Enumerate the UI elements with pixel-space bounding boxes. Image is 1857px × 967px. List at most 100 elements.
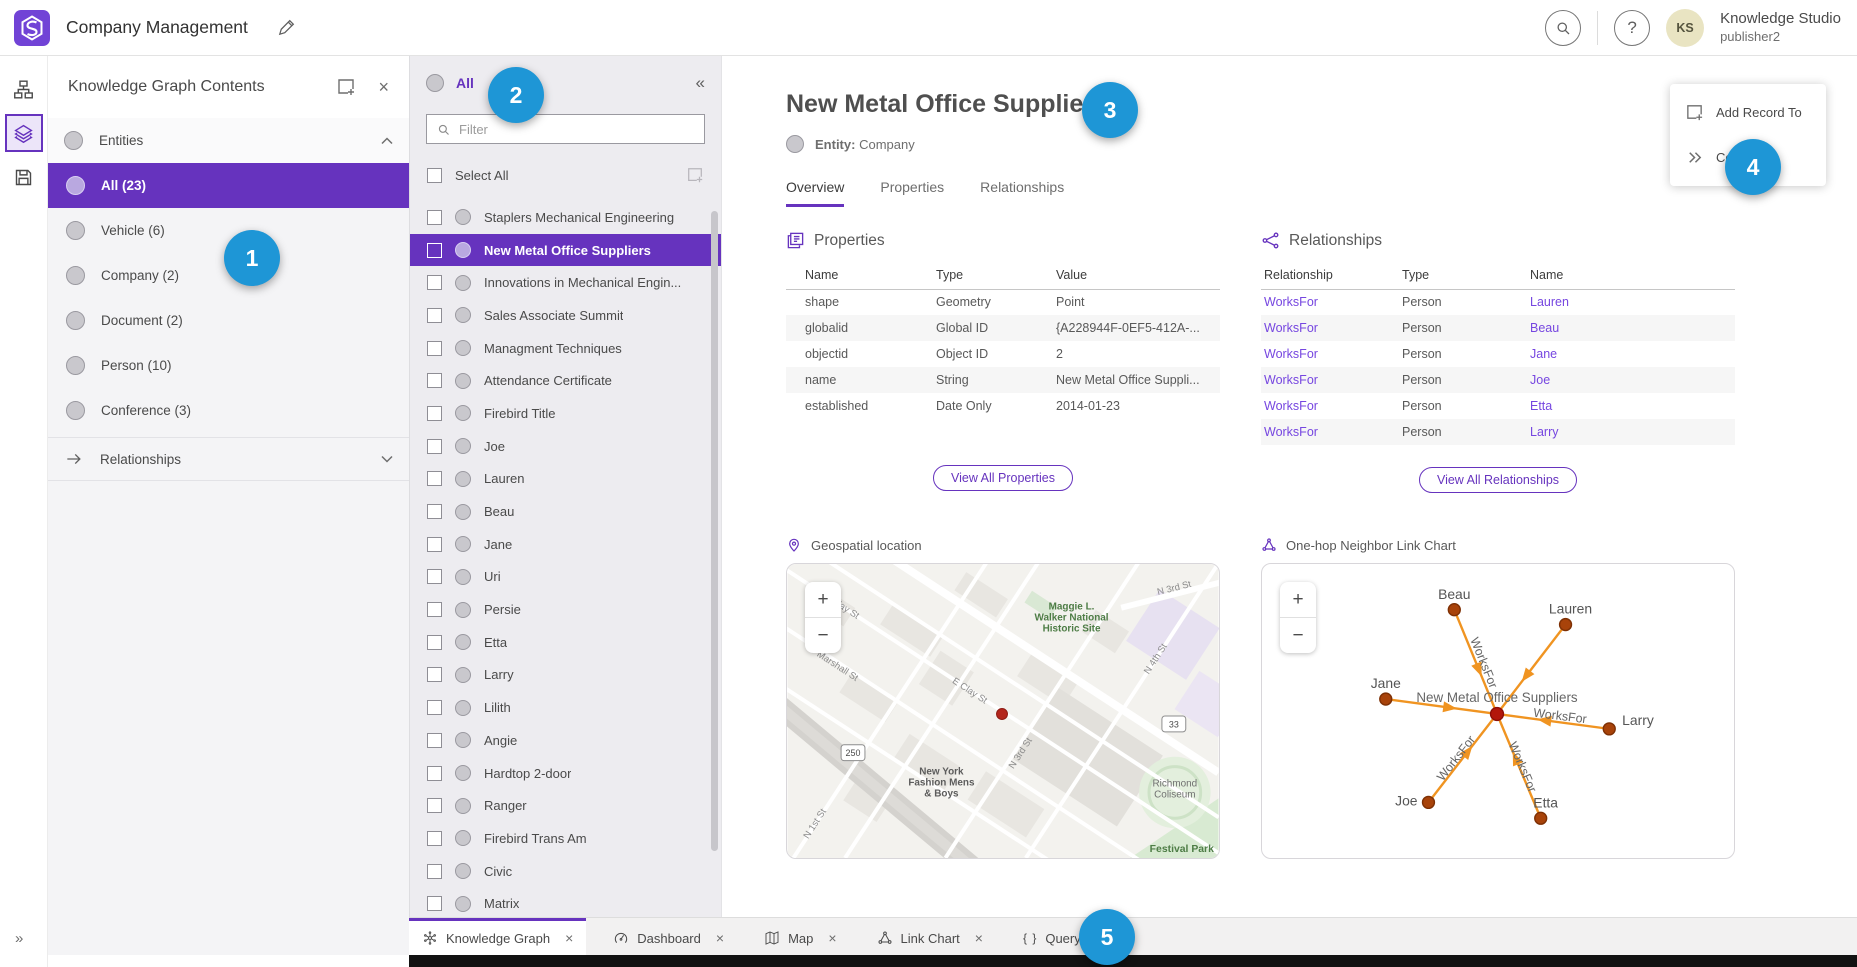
app-logo-icon[interactable]	[14, 10, 50, 46]
table-cell[interactable]: WorksFor	[1261, 393, 1402, 419]
list-item-firebird-title[interactable]: Firebird Title	[410, 397, 721, 430]
list-item-etta[interactable]: Etta	[410, 626, 721, 659]
sidebar-item-layers[interactable]	[5, 114, 43, 152]
menu-item-add-record-to[interactable]: Add Record To	[1670, 90, 1826, 135]
node-etta[interactable]	[1535, 812, 1547, 824]
tab-relationships[interactable]: Relationships	[980, 179, 1064, 207]
sidebar-item-hierarchy[interactable]	[5, 70, 43, 108]
item-checkbox[interactable]	[427, 210, 442, 225]
list-item-innovations-in-mechanical-engin[interactable]: Innovations in Mechanical Engin...	[410, 266, 721, 299]
scrollbar[interactable]	[711, 211, 718, 851]
list-item-hardtop-2-door[interactable]: Hardtop 2-door	[410, 757, 721, 790]
list-item-managment-techniques[interactable]: Managment Techniques	[410, 332, 721, 365]
select-all-checkbox[interactable]	[427, 168, 442, 183]
avatar[interactable]: KS	[1666, 9, 1704, 47]
node-center[interactable]	[1491, 708, 1504, 721]
item-checkbox[interactable]	[427, 798, 442, 813]
node-larry[interactable]	[1603, 723, 1615, 735]
item-checkbox[interactable]	[427, 864, 442, 879]
bottom-tab-link-chart[interactable]: Link Chart×	[864, 918, 996, 955]
list-item-angie[interactable]: Angie	[410, 724, 721, 757]
item-checkbox[interactable]	[427, 406, 442, 421]
collapse-panel-icon[interactable]: «	[696, 73, 705, 93]
item-checkbox[interactable]	[427, 471, 442, 486]
list-item-firebird-trans-am[interactable]: Firebird Trans Am	[410, 822, 721, 855]
node-jane[interactable]	[1380, 693, 1392, 705]
filter-input[interactable]	[459, 122, 695, 137]
close-tab-icon[interactable]: ×	[828, 930, 836, 946]
node-joe[interactable]	[1423, 796, 1435, 808]
map-marker[interactable]	[997, 709, 1008, 720]
table-cell[interactable]: Beau	[1530, 315, 1735, 341]
list-item-ranger[interactable]: Ranger	[410, 789, 721, 822]
item-checkbox[interactable]	[427, 275, 442, 290]
item-checkbox[interactable]	[427, 537, 442, 552]
list-item-beau[interactable]: Beau	[410, 495, 721, 528]
view-all-properties-button[interactable]: View All Properties	[933, 465, 1073, 491]
list-item-larry[interactable]: Larry	[410, 659, 721, 692]
item-checkbox[interactable]	[427, 373, 442, 388]
entity-type-conference-3[interactable]: Conference (3)	[48, 388, 409, 433]
zoom-in-button[interactable]: +	[1280, 582, 1316, 617]
sidebar-item-save[interactable]	[5, 158, 43, 196]
map-canvas[interactable]: W Clay StW Marshall StE Clay StN 3rd StN…	[787, 564, 1219, 858]
item-checkbox[interactable]	[427, 341, 442, 356]
table-cell[interactable]: WorksFor	[1261, 341, 1402, 367]
item-checkbox[interactable]	[427, 243, 442, 258]
bottom-tab-dashboard[interactable]: Dashboard×	[600, 918, 737, 955]
tab-overview[interactable]: Overview	[786, 179, 844, 207]
help-button[interactable]: ?	[1614, 10, 1650, 46]
list-item-uri[interactable]: Uri	[410, 561, 721, 594]
entity-type-document-2[interactable]: Document (2)	[48, 298, 409, 343]
table-cell[interactable]: WorksFor	[1261, 367, 1402, 393]
table-cell[interactable]: Jane	[1530, 341, 1735, 367]
search-button[interactable]	[1545, 10, 1581, 46]
relationships-section-header[interactable]: Relationships	[48, 437, 409, 481]
select-all-row[interactable]: Select All	[410, 160, 721, 190]
item-checkbox[interactable]	[427, 896, 442, 911]
list-item-joe[interactable]: Joe	[410, 430, 721, 463]
table-cell[interactable]: Larry	[1530, 419, 1735, 445]
close-tab-icon[interactable]: ×	[716, 930, 724, 946]
close-panel-icon[interactable]: ×	[378, 77, 389, 98]
close-tab-icon[interactable]: ×	[975, 930, 983, 946]
list-item-civic[interactable]: Civic	[410, 855, 721, 888]
item-checkbox[interactable]	[427, 439, 442, 454]
tab-properties[interactable]: Properties	[880, 179, 944, 207]
table-cell[interactable]: WorksFor	[1261, 315, 1402, 341]
view-all-relationships-button[interactable]: View All Relationships	[1419, 467, 1577, 493]
node-beau[interactable]	[1448, 604, 1460, 616]
table-cell[interactable]: WorksFor	[1261, 289, 1402, 315]
list-item-staplers-mechanical-engineering[interactable]: Staplers Mechanical Engineering	[410, 201, 721, 234]
table-cell[interactable]: WorksFor	[1261, 419, 1402, 445]
item-checkbox[interactable]	[427, 308, 442, 323]
zoom-out-button[interactable]: −	[805, 618, 841, 653]
list-item-lilith[interactable]: Lilith	[410, 691, 721, 724]
item-checkbox[interactable]	[427, 700, 442, 715]
link-chart-canvas[interactable]: WorksForWorksForWorksForWorksForNew Meta…	[1262, 564, 1734, 858]
list-item-persie[interactable]: Persie	[410, 593, 721, 626]
user-menu[interactable]: Knowledge Studio publisher2	[1720, 10, 1841, 45]
zoom-out-button[interactable]: −	[1280, 618, 1316, 653]
entities-section-header[interactable]: Entities	[48, 118, 409, 163]
item-checkbox[interactable]	[427, 667, 442, 682]
table-cell[interactable]: Etta	[1530, 393, 1735, 419]
bottom-tab-map[interactable]: Map×	[751, 918, 849, 955]
item-checkbox[interactable]	[427, 766, 442, 781]
chevron-down-icon[interactable]	[381, 455, 393, 463]
expand-panel-icon[interactable]: »	[15, 930, 23, 947]
bottom-tab-knowledge-graph[interactable]: Knowledge Graph×	[409, 918, 586, 955]
item-checkbox[interactable]	[427, 602, 442, 617]
item-checkbox[interactable]	[427, 504, 442, 519]
entity-type-all-23[interactable]: All (23)	[48, 163, 409, 208]
list-item-sales-associate-summit[interactable]: Sales Associate Summit	[410, 299, 721, 332]
edit-pencil-icon[interactable]	[276, 18, 296, 38]
new-card-icon[interactable]	[686, 166, 704, 184]
item-checkbox[interactable]	[427, 635, 442, 650]
list-item-lauren[interactable]: Lauren	[410, 463, 721, 496]
entity-type-person-10[interactable]: Person (10)	[48, 343, 409, 388]
close-tab-icon[interactable]: ×	[565, 930, 573, 946]
table-cell[interactable]: Lauren	[1530, 289, 1735, 315]
list-item-matrix[interactable]: Matrix	[410, 887, 721, 920]
list-header-label[interactable]: All	[456, 75, 474, 91]
